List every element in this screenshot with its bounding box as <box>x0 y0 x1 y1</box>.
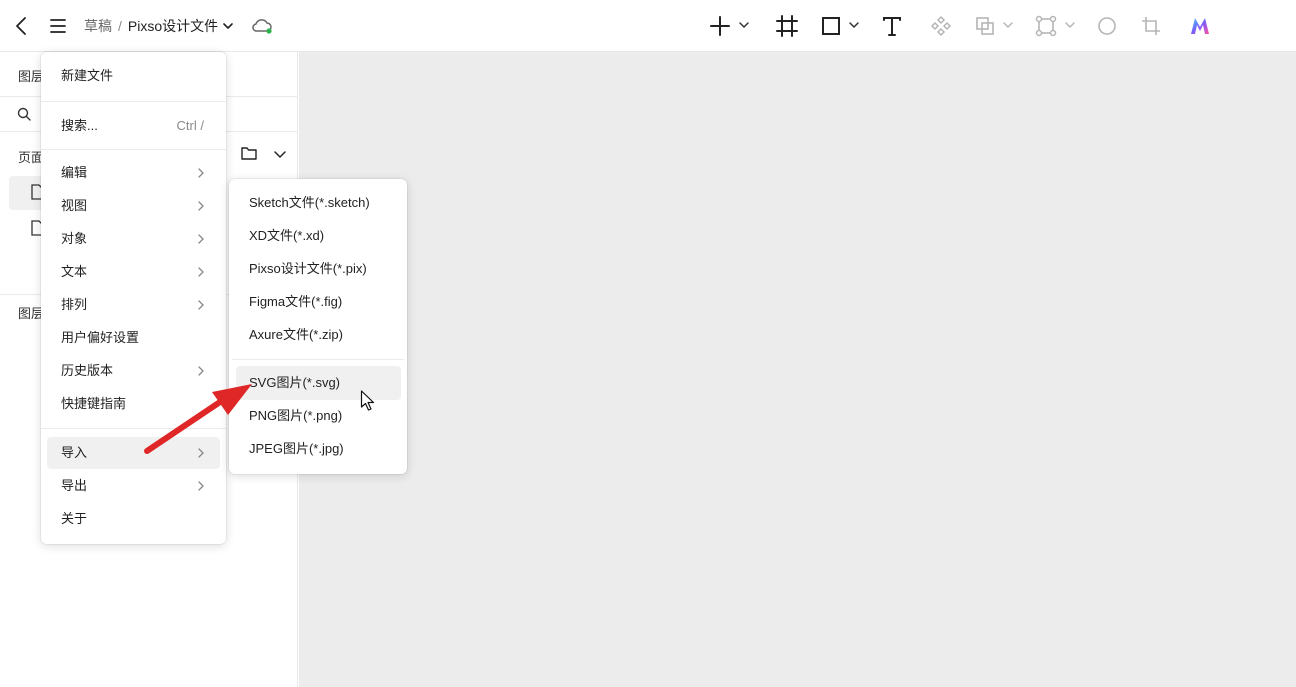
submenu-item-label: Pixso设计文件(*.pix) <box>249 261 367 276</box>
submenu-item-svg[interactable]: SVG图片(*.svg) <box>236 366 401 400</box>
submenu-separator <box>232 359 404 360</box>
menu-item-label: 历史版本 <box>61 363 114 378</box>
text-tool-icon[interactable] <box>879 13 905 39</box>
menu-item-label: 新建文件 <box>61 68 114 83</box>
ellipse-icon[interactable] <box>1094 13 1120 39</box>
menu-item-label: 视图 <box>61 198 88 213</box>
menu-item-shortcuts[interactable]: 快捷键指南 <box>47 388 220 420</box>
menu-item-import[interactable]: 导入 <box>47 437 220 469</box>
main-menu: 新建文件 搜索... Ctrl / 编辑 视图 对象 文本 排列 用户偏好设置 … <box>41 52 226 544</box>
frame-icon[interactable] <box>774 13 800 39</box>
submenu-item-jpeg[interactable]: JPEG图片(*.jpg) <box>236 432 401 466</box>
chevron-right-icon <box>198 234 204 244</box>
hamburger-menu-icon[interactable] <box>46 14 70 38</box>
submenu-item-figma[interactable]: Figma文件(*.fig) <box>236 285 401 319</box>
file-name[interactable]: Pixso设计文件 <box>128 16 218 36</box>
submenu-item-pix[interactable]: Pixso设计文件(*.pix) <box>236 252 401 286</box>
chevron-right-icon <box>198 168 204 178</box>
submenu-item-label: PNG图片(*.png) <box>249 408 343 423</box>
chevron-right-icon <box>198 267 204 277</box>
crop-icon[interactable] <box>1138 13 1164 39</box>
component-icon[interactable] <box>928 13 954 39</box>
submenu-item-axure[interactable]: Axure文件(*.zip) <box>236 318 401 352</box>
back-arrow-icon[interactable] <box>10 14 34 38</box>
menu-item-label: 导出 <box>61 478 88 493</box>
submenu-item-label: XD文件(*.xd) <box>249 228 325 243</box>
menu-item-label: 快捷键指南 <box>61 396 127 411</box>
top-toolbar: 草稿 / Pixso设计文件 <box>0 0 1296 52</box>
chevron-down-icon[interactable] <box>737 18 751 32</box>
menu-item-label: 编辑 <box>61 165 88 180</box>
menu-separator <box>41 101 226 102</box>
menu-item-export[interactable]: 导出 <box>47 470 220 502</box>
menu-item-label: 导入 <box>61 445 88 460</box>
menu-item-text[interactable]: 文本 <box>47 256 220 288</box>
menu-item-label: 搜索... <box>61 118 98 133</box>
design-canvas[interactable] <box>299 52 1296 687</box>
menu-item-label: 排列 <box>61 297 88 312</box>
menu-separator <box>41 428 226 429</box>
ai-logo-icon[interactable] <box>1187 13 1213 39</box>
menu-item-label: 对象 <box>61 231 88 246</box>
menu-item-label: 关于 <box>61 511 88 526</box>
menu-item-about[interactable]: 关于 <box>47 503 220 535</box>
chevron-down-icon[interactable] <box>1063 18 1077 32</box>
chevron-down-icon[interactable] <box>272 146 288 162</box>
boolean-icon[interactable] <box>972 13 998 39</box>
menu-item-label: 文本 <box>61 264 88 279</box>
menu-item-search[interactable]: 搜索... Ctrl / <box>47 110 220 142</box>
breadcrumb: 草稿 / Pixso设计文件 <box>84 14 235 38</box>
search-icon[interactable] <box>16 106 32 122</box>
shortcut-hint: Ctrl / <box>176 118 204 133</box>
menu-item-history[interactable]: 历史版本 <box>47 355 220 387</box>
submenu-item-label: JPEG图片(*.jpg) <box>249 441 344 456</box>
menu-separator <box>41 149 226 150</box>
menu-item-view[interactable]: 视图 <box>47 190 220 222</box>
submenu-item-label: Sketch文件(*.sketch) <box>249 195 370 210</box>
chevron-right-icon <box>198 448 204 458</box>
submenu-item-xd[interactable]: XD文件(*.xd) <box>236 219 401 253</box>
menu-item-label: 用户偏好设置 <box>61 330 140 345</box>
submenu-item-label: Axure文件(*.zip) <box>249 327 343 342</box>
breadcrumb-separator: / <box>118 18 122 34</box>
submenu-item-label: SVG图片(*.svg) <box>249 375 341 390</box>
menu-item-edit[interactable]: 编辑 <box>47 157 220 189</box>
chevron-down-icon[interactable] <box>221 19 235 33</box>
chevron-right-icon <box>198 300 204 310</box>
rectangle-icon[interactable] <box>818 13 844 39</box>
menu-item-new-file[interactable]: 新建文件 <box>47 60 220 92</box>
chevron-down-icon[interactable] <box>1001 18 1015 32</box>
chevron-right-icon <box>198 201 204 211</box>
breadcrumb-drafts[interactable]: 草稿 <box>84 16 112 36</box>
cloud-sync-icon <box>250 16 274 36</box>
import-submenu: Sketch文件(*.sketch) XD文件(*.xd) Pixso设计文件(… <box>229 179 407 474</box>
chevron-down-icon[interactable] <box>847 18 861 32</box>
menu-item-arrange[interactable]: 排列 <box>47 289 220 321</box>
submenu-item-label: Figma文件(*.fig) <box>249 294 343 309</box>
submenu-item-png[interactable]: PNG图片(*.png) <box>236 399 401 433</box>
menu-item-preferences[interactable]: 用户偏好设置 <box>47 322 220 354</box>
submenu-item-sketch[interactable]: Sketch文件(*.sketch) <box>236 186 401 220</box>
folder-icon[interactable] <box>240 144 258 162</box>
chevron-right-icon <box>198 481 204 491</box>
menu-item-object[interactable]: 对象 <box>47 223 220 255</box>
auto-layout-icon[interactable] <box>1033 13 1059 39</box>
chevron-right-icon <box>198 366 204 376</box>
plus-icon[interactable] <box>707 13 733 39</box>
